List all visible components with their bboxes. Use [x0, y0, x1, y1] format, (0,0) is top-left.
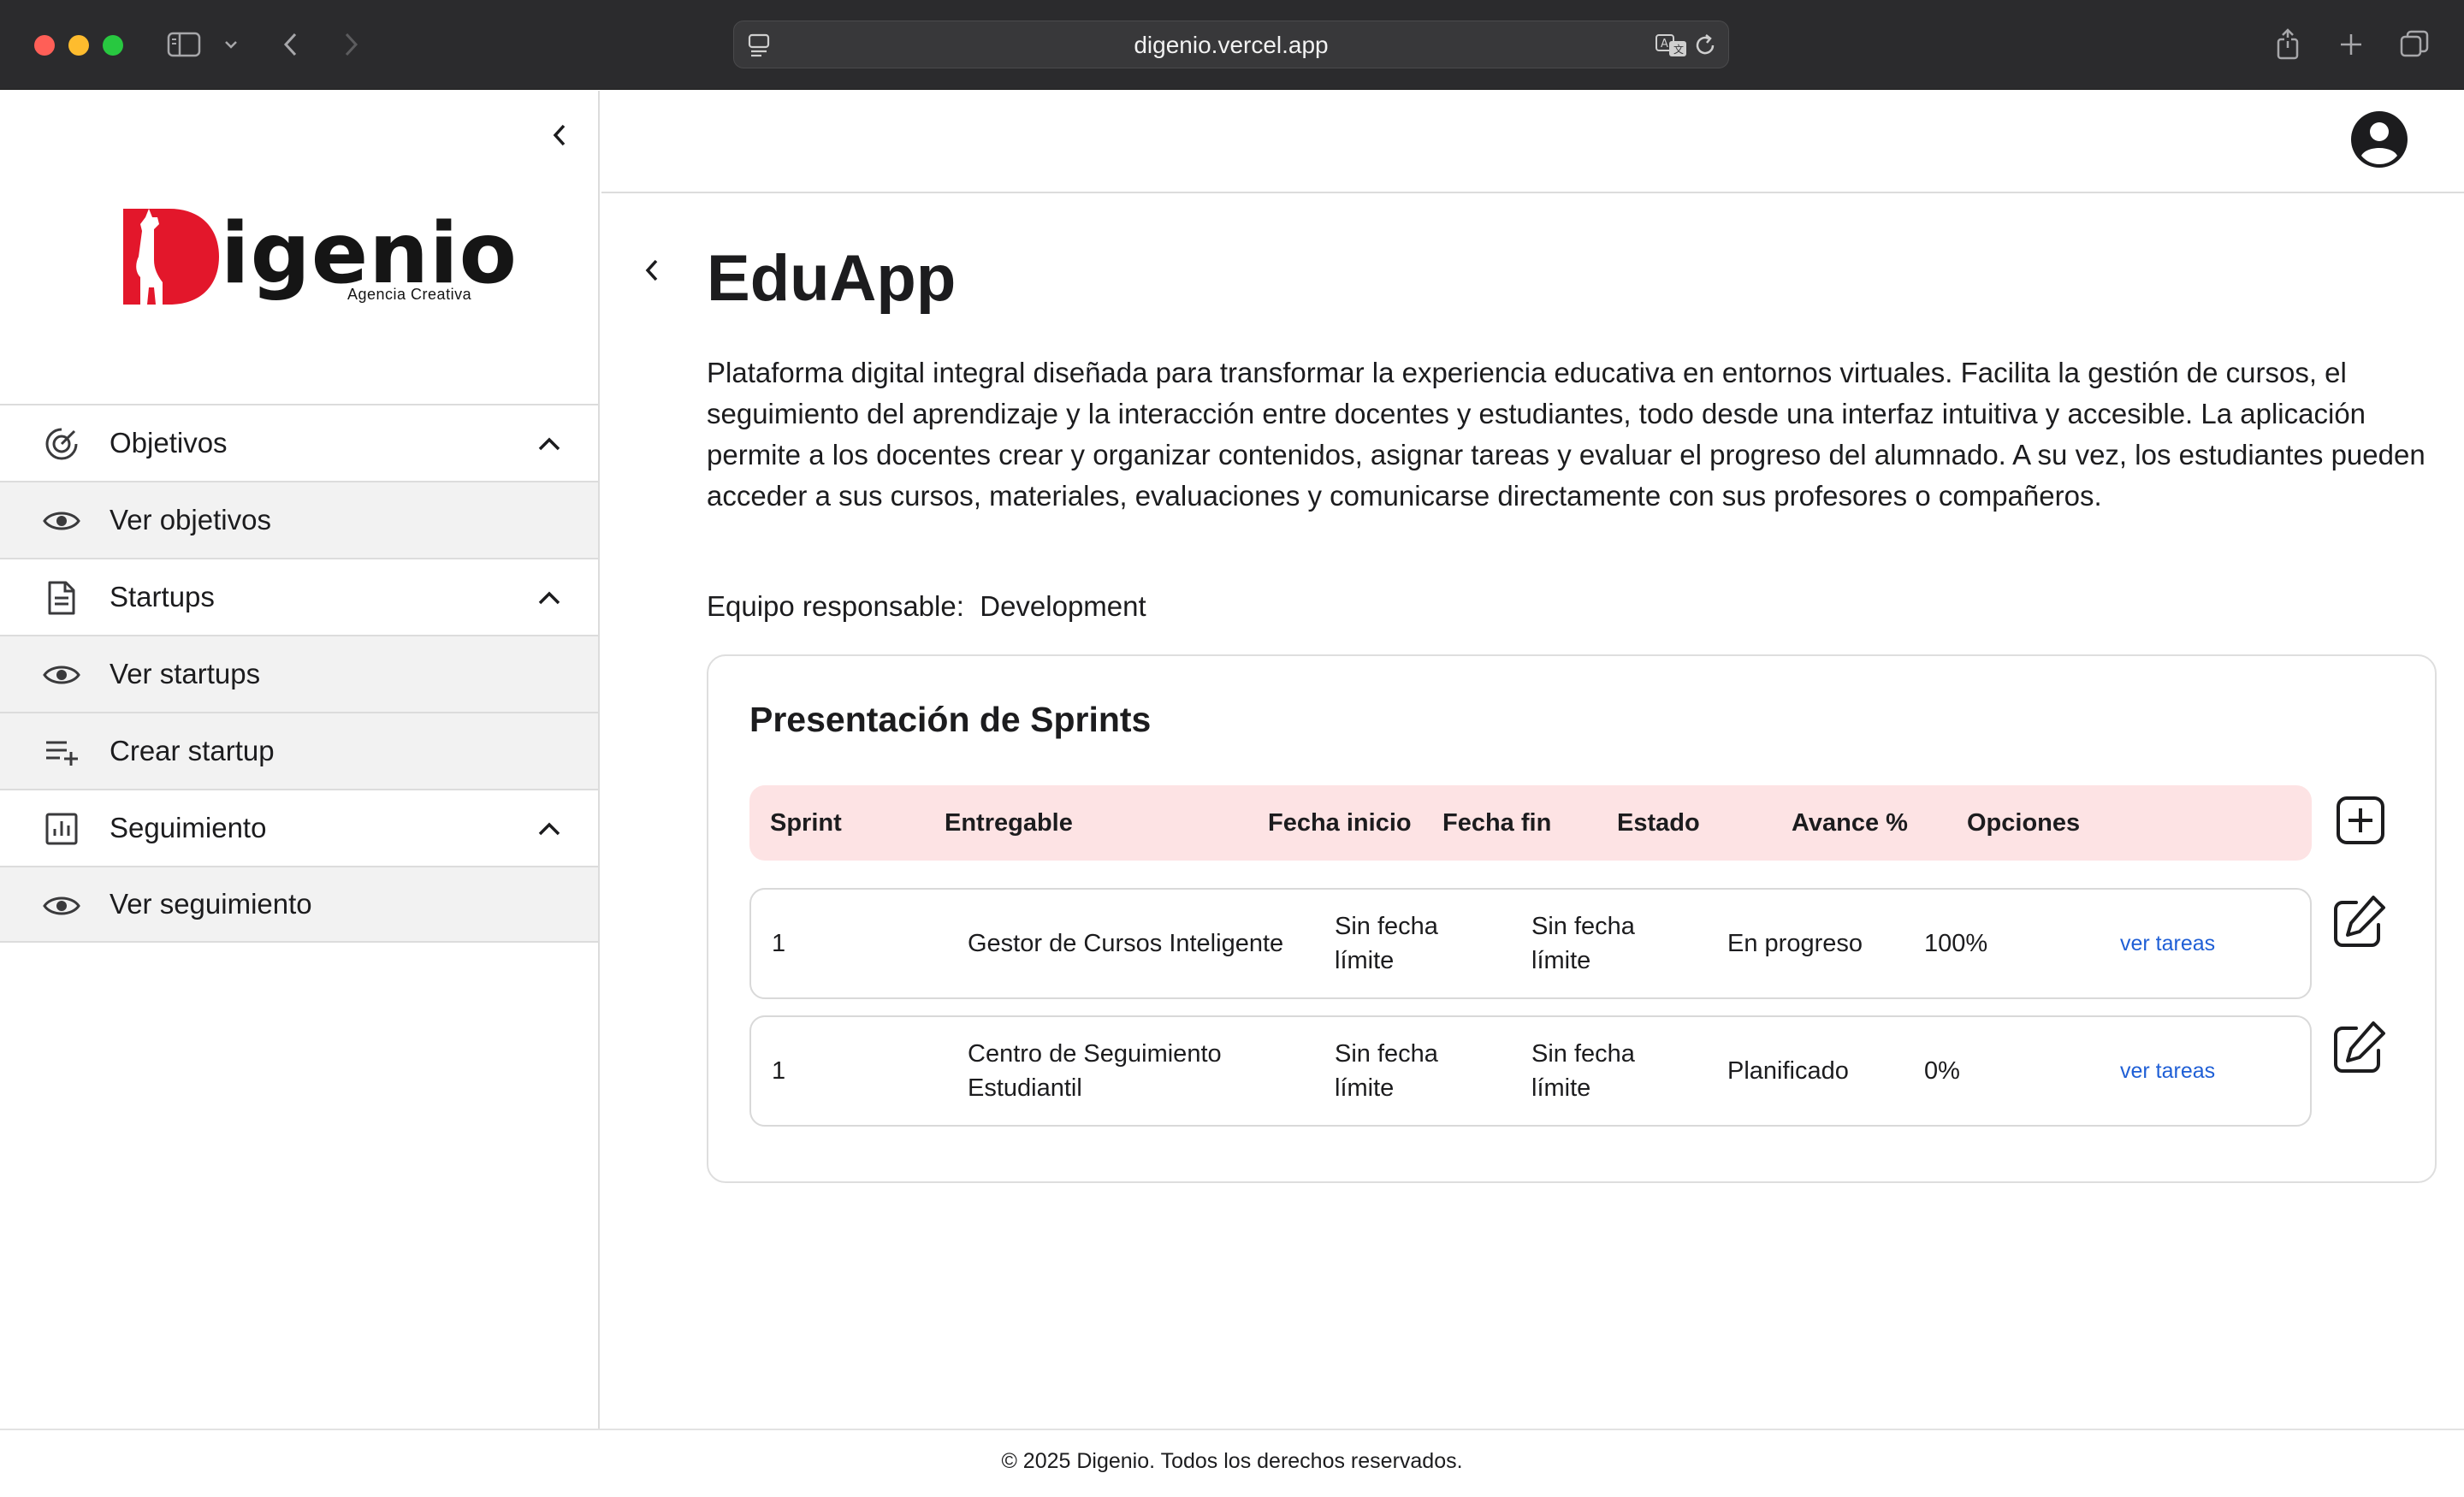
playlist-add-icon [43, 733, 80, 771]
document-icon [43, 579, 80, 617]
footer: © 2025 Digenio. Todos los derechos reser… [0, 1429, 2464, 1497]
ver-tareas-link[interactable]: ver tareas [2120, 1054, 2215, 1088]
bar-chart-icon [43, 810, 80, 848]
column-header: Avance % [1792, 809, 1908, 837]
column-header: Fecha fin [1442, 809, 1552, 837]
table-header: Sprint Entregable Fecha inicio Fecha fin… [749, 785, 2312, 861]
chevron-down-icon[interactable] [221, 24, 241, 65]
url-text: digenio.vercel.app [1134, 32, 1329, 58]
collapse-sidebar-button[interactable] [544, 120, 575, 151]
cell-avance: 100% [1924, 930, 1988, 957]
chevron-left-icon [553, 124, 566, 146]
forward-icon[interactable] [335, 24, 366, 65]
svg-text:文: 文 [1673, 43, 1684, 56]
sidebar-item-label: Ver seguimiento [110, 888, 312, 920]
table-row: 1 Centro de Seguimiento Estudiantil Sin … [749, 1015, 2312, 1127]
cell-estado: En progreso [1727, 930, 1863, 957]
team-value: Development [980, 590, 1146, 622]
cell-estado: Planificado [1727, 1057, 1849, 1085]
sprints-title: Presentación de Sprints [749, 700, 1152, 739]
user-avatar-icon[interactable] [2349, 109, 2409, 169]
close-window-button[interactable] [34, 35, 55, 56]
cell-fecha-fin: Sin fecha límite [1531, 913, 1635, 974]
ver-tareas-link[interactable]: ver tareas [2120, 926, 2215, 961]
sidebar-item-ver-startups[interactable]: Ver startups [0, 635, 598, 712]
browser-toolbar: digenio.vercel.app A文 [0, 0, 2464, 90]
sidebar-item-label: Ver startups [110, 658, 261, 689]
column-header: Opciones [1967, 809, 2081, 837]
column-header: Sprint [770, 809, 842, 837]
sidebar-item-label: Objetivos [110, 427, 228, 459]
eye-icon [43, 656, 80, 694]
chevron-up-icon[interactable] [534, 583, 565, 613]
sidebar-item-label: Crear startup [110, 735, 275, 766]
logo-tagline: Agencia Creativa [347, 286, 472, 303]
address-bar[interactable]: digenio.vercel.app A文 [733, 21, 1729, 68]
sidebar: igenio Agencia Creativa Objetivos Ver ob… [0, 91, 600, 1429]
cell-fecha-fin: Sin fecha límite [1531, 1040, 1635, 1102]
team-label: Equipo responsable: [707, 590, 964, 622]
back-button[interactable] [637, 255, 667, 286]
edit-sprint-button[interactable] [2327, 892, 2389, 954]
footer-copyright: © 2025 Digenio. Todos los derechos reser… [1001, 1449, 1463, 1473]
team-info: Equipo responsable: Development [707, 587, 1146, 626]
column-header: Estado [1617, 809, 1700, 837]
sidebar-toggle-icon[interactable] [164, 24, 204, 65]
share-icon[interactable] [2271, 24, 2305, 65]
edit-icon [2334, 896, 2385, 947]
back-icon[interactable] [275, 24, 306, 65]
chevron-left-icon [645, 259, 658, 281]
add-sprint-button[interactable] [2336, 796, 2385, 845]
translate-icon[interactable]: A文 [1655, 32, 1689, 59]
edit-sprint-button[interactable] [2327, 1018, 2389, 1080]
zoom-window-button[interactable] [103, 35, 123, 56]
sidebar-item-ver-seguimiento[interactable]: Ver seguimiento [0, 866, 598, 943]
top-bar [601, 91, 2464, 193]
table-row: 1 Gestor de Cursos Inteligente Sin fecha… [749, 888, 2312, 999]
eye-icon [43, 887, 80, 925]
reload-icon[interactable] [1692, 32, 1718, 59]
cell-fecha-inicio: Sin fecha límite [1335, 913, 1438, 974]
sidebar-item-label: Startups [110, 581, 215, 612]
project-description: Plataforma digital integral diseñada par… [707, 357, 2426, 512]
cell-fecha-inicio: Sin fecha límite [1335, 1040, 1438, 1102]
eye-icon [43, 502, 80, 540]
plus-square-icon [2337, 796, 2384, 844]
sidebar-item-crear-startup[interactable]: Crear startup [0, 712, 598, 789]
target-icon [43, 425, 80, 463]
sidebar-item-objetivos[interactable]: Objetivos [0, 404, 598, 481]
sidebar-item-label: Ver objetivos [110, 504, 271, 535]
cell-entregable: Gestor de Cursos Inteligente [968, 930, 1284, 957]
minimize-window-button[interactable] [68, 35, 89, 56]
svg-text:A: A [1661, 38, 1668, 50]
chevron-up-icon[interactable] [534, 429, 565, 459]
brand-logo[interactable]: igenio Agencia Creativa [120, 198, 517, 310]
column-header: Entregable [945, 809, 1073, 837]
edit-icon [2334, 1021, 2385, 1073]
sidebar-item-startups[interactable]: Startups [0, 558, 598, 635]
sidebar-item-label: Seguimiento [110, 812, 267, 843]
sidebar-item-seguimiento[interactable]: Seguimiento [0, 789, 598, 866]
page-title: EduApp [707, 242, 957, 315]
llama-logo-mark [123, 209, 219, 305]
tab-overview-icon[interactable] [2397, 24, 2431, 65]
sidebar-item-ver-objetivos[interactable]: Ver objetivos [0, 481, 598, 558]
new-tab-icon[interactable] [2334, 24, 2368, 65]
cell-sprint: 1 [772, 1057, 786, 1085]
sidebar-nav: Objetivos Ver objetivos Startups Ver sta… [0, 404, 598, 943]
cell-entregable: Centro de Seguimiento Estudiantil [968, 1040, 1222, 1102]
column-header: Fecha inicio [1268, 809, 1412, 837]
cell-sprint: 1 [772, 930, 786, 957]
cell-avance: 0% [1924, 1057, 1960, 1085]
chevron-up-icon[interactable] [534, 814, 565, 844]
